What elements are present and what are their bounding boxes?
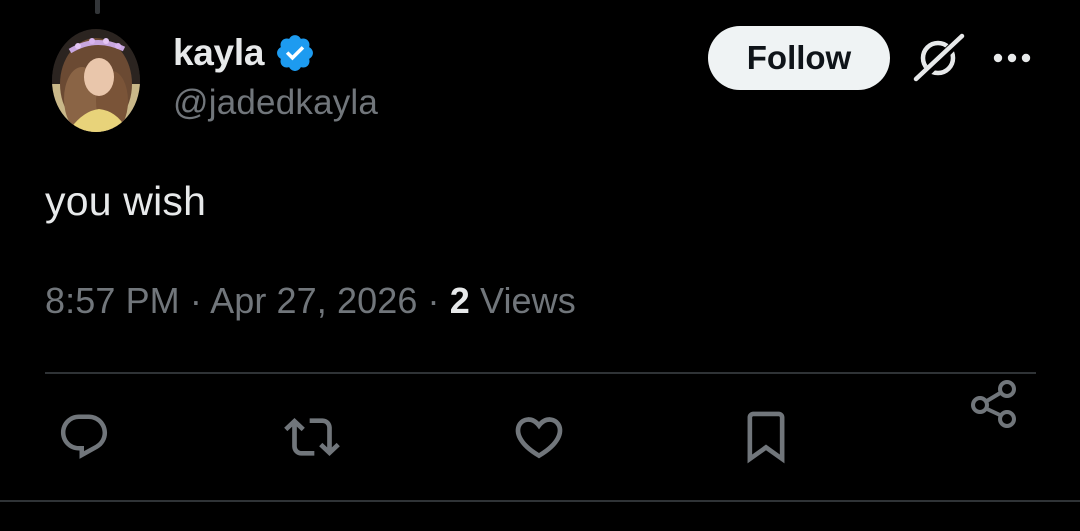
retweet-icon <box>284 418 340 456</box>
follow-button[interactable]: Follow <box>708 26 890 90</box>
grok-icon[interactable] <box>912 33 966 83</box>
share-icon <box>971 380 1016 428</box>
like-button[interactable] <box>509 407 569 467</box>
views-count[interactable]: 2 <box>450 280 470 321</box>
meta-separator: · <box>179 280 211 321</box>
divider <box>0 500 1080 502</box>
tweet-meta: 8:57 PM · Apr 27, 2026 · 2 Views <box>45 280 576 322</box>
meta-separator: · <box>417 280 450 321</box>
divider <box>45 372 1036 374</box>
avatar[interactable] <box>52 29 140 132</box>
retweet-button[interactable] <box>282 407 342 467</box>
bookmark-icon <box>747 411 785 464</box>
tweet-detail-view: kayla @jadedkayla Follow you wish 8:57 P… <box>0 0 1080 531</box>
verified-badge-icon[interactable] <box>274 32 316 74</box>
tweet-date[interactable]: Apr 27, 2026 <box>210 280 417 321</box>
bookmark-button[interactable] <box>736 407 796 467</box>
more-options-icon[interactable] <box>990 48 1034 68</box>
share-button[interactable] <box>964 374 1024 434</box>
tweet-text: you wish <box>45 178 207 224</box>
display-name[interactable]: kayla <box>173 32 264 74</box>
author-name-row[interactable]: kayla <box>173 30 316 76</box>
author-handle[interactable]: @jadedkayla <box>173 83 378 123</box>
heart-icon <box>515 417 563 459</box>
reply-button[interactable] <box>54 407 114 467</box>
avatar-image <box>52 29 140 132</box>
thread-connector-line <box>95 0 100 14</box>
views-label[interactable]: Views <box>470 280 576 321</box>
tweet-time[interactable]: 8:57 PM <box>45 280 180 321</box>
reply-icon <box>60 414 108 459</box>
